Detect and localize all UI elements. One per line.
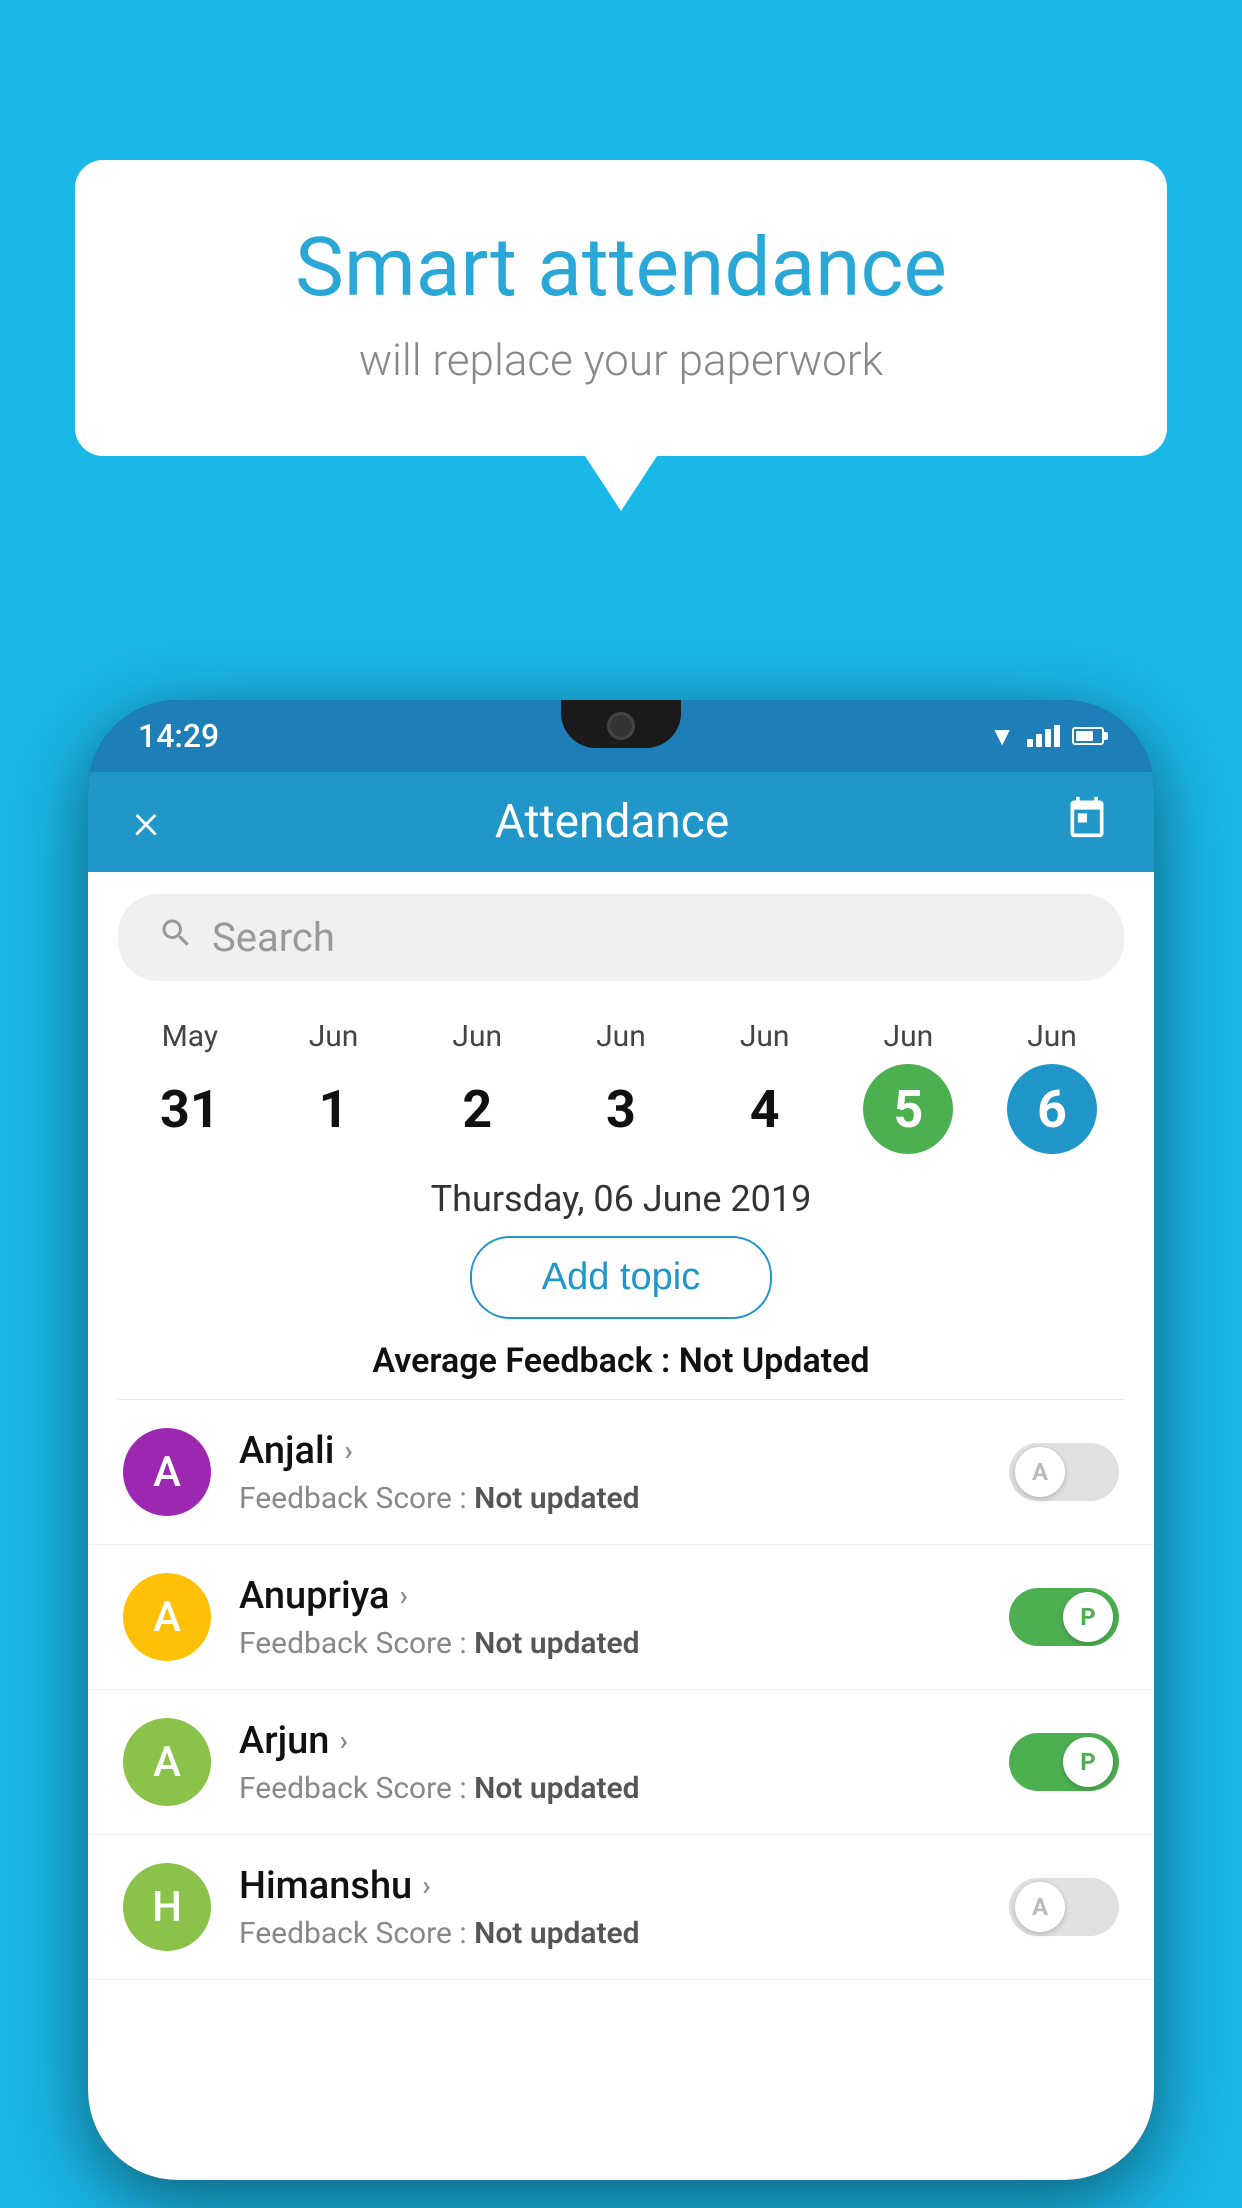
calendar-strip: May 31 Jun 1 Jun 2 Jun 3 Jun 4 xyxy=(88,999,1154,1154)
feedback-score-anjali: Feedback Score : Not updated xyxy=(239,1481,981,1516)
battery-icon xyxy=(1072,727,1104,745)
student-item-himanshu[interactable]: H Himanshu › Feedback Score : Not update… xyxy=(88,1835,1154,1980)
attendance-toggle-anupriya[interactable]: P xyxy=(1009,1588,1119,1646)
phone-container: 14:29 ▼ × xyxy=(88,700,1154,2208)
student-info-himanshu: Himanshu › Feedback Score : Not updated xyxy=(239,1864,981,1951)
phone-screen: Search May 31 Jun 1 Jun 2 Jun 3 xyxy=(88,872,1154,2180)
avatar-anjali: A xyxy=(123,1428,211,1516)
chevron-icon: › xyxy=(422,1869,430,1902)
chevron-icon: › xyxy=(339,1724,347,1757)
cal-day-jun4[interactable]: Jun 4 xyxy=(720,1019,810,1154)
feedback-score-arjun: Feedback Score : Not updated xyxy=(239,1771,981,1806)
search-placeholder: Search xyxy=(212,914,335,961)
calendar-icon[interactable] xyxy=(1065,795,1109,850)
feedback-score-himanshu: Feedback Score : Not updated xyxy=(239,1916,981,1951)
status-icons: ▼ xyxy=(989,721,1104,752)
feedback-score-anupriya: Feedback Score : Not updated xyxy=(239,1626,981,1661)
cal-day-jun5[interactable]: Jun 5 xyxy=(863,1019,953,1154)
search-icon xyxy=(158,915,194,960)
avatar-anupriya: A xyxy=(123,1573,211,1661)
chevron-icon: › xyxy=(399,1579,407,1612)
student-item-anupriya[interactable]: A Anupriya › Feedback Score : Not update… xyxy=(88,1545,1154,1690)
header-title: Attendance xyxy=(495,795,729,849)
attendance-toggle-anjali[interactable]: A xyxy=(1009,1443,1119,1501)
cal-day-jun1[interactable]: Jun 1 xyxy=(289,1019,379,1154)
student-info-arjun: Arjun › Feedback Score : Not updated xyxy=(239,1719,981,1806)
student-item-anjali[interactable]: A Anjali › Feedback Score : Not updated … xyxy=(88,1400,1154,1545)
attendance-toggle-arjun[interactable]: P xyxy=(1009,1733,1119,1791)
student-name-arjun: Arjun › xyxy=(239,1719,981,1763)
avatar-himanshu: H xyxy=(123,1863,211,1951)
wifi-icon: ▼ xyxy=(989,721,1015,752)
student-name-anjali: Anjali › xyxy=(239,1429,981,1473)
close-button[interactable]: × xyxy=(133,797,159,847)
cal-day-jun3[interactable]: Jun 3 xyxy=(576,1019,666,1154)
front-camera xyxy=(607,712,635,740)
student-name-himanshu: Himanshu › xyxy=(239,1864,981,1908)
student-info-anupriya: Anupriya › Feedback Score : Not updated xyxy=(239,1574,981,1661)
add-topic-button[interactable]: Add topic xyxy=(470,1236,772,1319)
attendance-toggle-himanshu[interactable]: A xyxy=(1009,1878,1119,1936)
cal-day-jun2[interactable]: Jun 2 xyxy=(432,1019,522,1154)
app-header: × Attendance xyxy=(88,772,1154,872)
selected-date-label: Thursday, 06 June 2019 xyxy=(88,1154,1154,1236)
avatar-arjun: A xyxy=(123,1718,211,1806)
speech-bubble: Smart attendance will replace your paper… xyxy=(75,160,1167,456)
student-name-anupriya: Anupriya › xyxy=(239,1574,981,1618)
cal-day-may31[interactable]: May 31 xyxy=(145,1019,235,1154)
signal-icon xyxy=(1027,725,1060,747)
status-time: 14:29 xyxy=(138,717,219,755)
avg-feedback: Average Feedback : Not Updated xyxy=(88,1341,1154,1381)
cal-day-jun6[interactable]: Jun 6 xyxy=(1007,1019,1097,1154)
student-item-arjun[interactable]: A Arjun › Feedback Score : Not updated P xyxy=(88,1690,1154,1835)
phone-frame: 14:29 ▼ × xyxy=(88,700,1154,2180)
bubble-title: Smart attendance xyxy=(155,220,1087,316)
bubble-subtitle: will replace your paperwork xyxy=(155,334,1087,386)
search-bar[interactable]: Search xyxy=(118,894,1124,981)
student-info-anjali: Anjali › Feedback Score : Not updated xyxy=(239,1429,981,1516)
chevron-icon: › xyxy=(344,1434,352,1467)
phone-notch xyxy=(561,700,681,748)
